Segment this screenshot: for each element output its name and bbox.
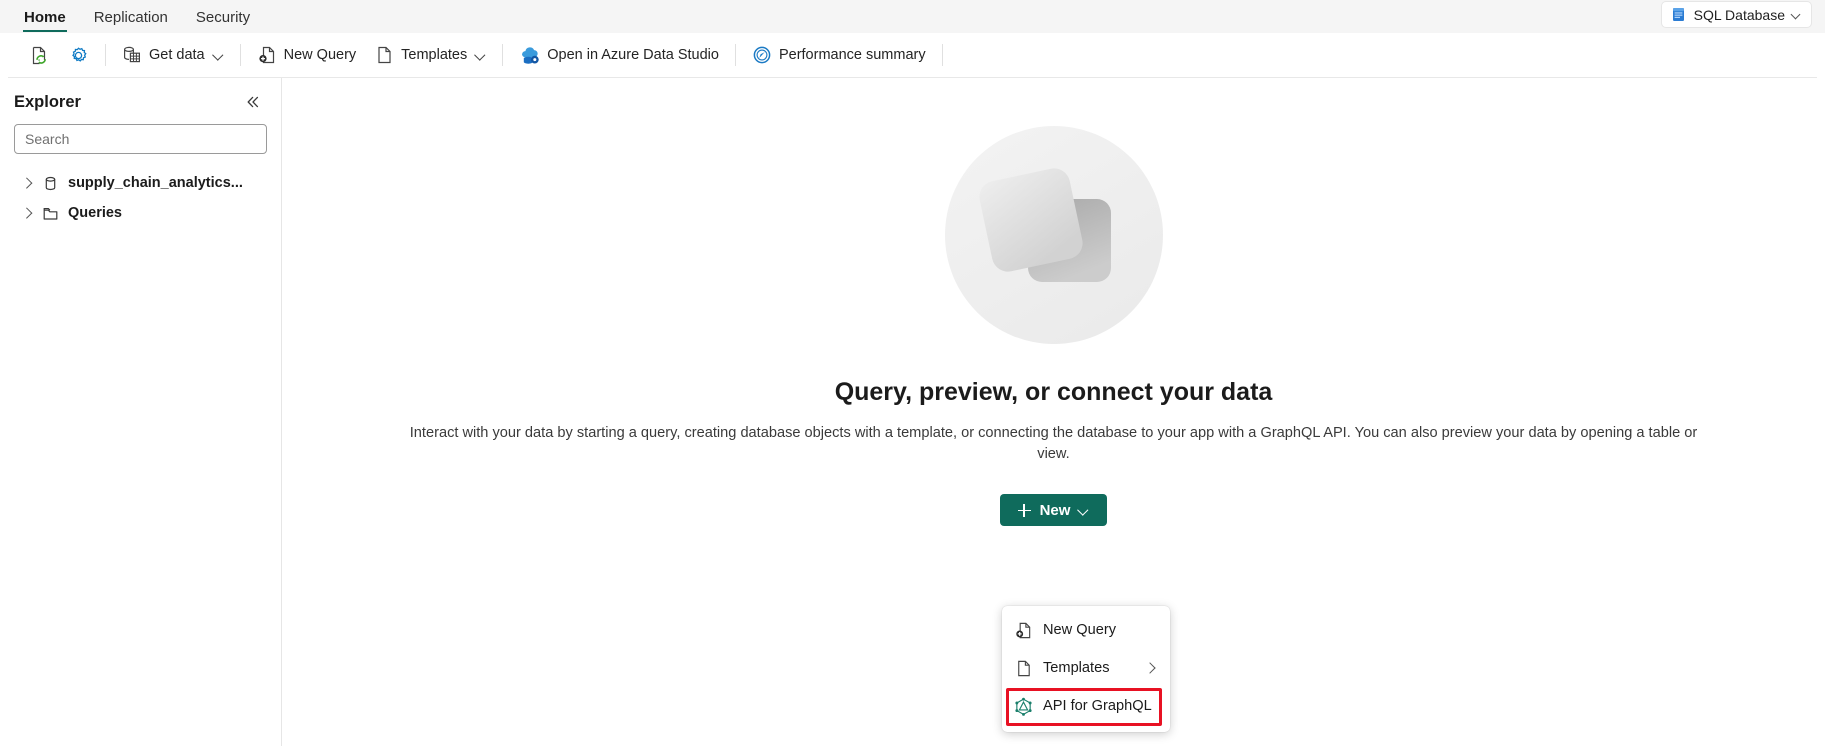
search-input[interactable] bbox=[15, 125, 266, 153]
chevron-down-icon bbox=[476, 50, 486, 60]
tree-item-label: supply_chain_analytics... bbox=[68, 175, 243, 191]
menu-item-label: Templates bbox=[1043, 660, 1110, 676]
new-query-icon bbox=[1014, 621, 1033, 640]
command-toolbar: Get data New Query Templates Open in Azu… bbox=[8, 33, 1817, 78]
document-icon bbox=[374, 45, 394, 65]
tab-replication[interactable]: Replication bbox=[80, 6, 182, 33]
tab-security[interactable]: Security bbox=[182, 6, 264, 33]
tab-home[interactable]: Home bbox=[10, 6, 80, 33]
search-box[interactable] bbox=[14, 124, 267, 154]
explorer-header: Explorer bbox=[0, 78, 281, 122]
database-icon bbox=[42, 175, 59, 192]
new-query-label: New Query bbox=[283, 47, 357, 63]
toolbar-separator bbox=[941, 44, 943, 66]
collapse-sidebar-button[interactable] bbox=[241, 92, 265, 112]
get-data-label: Get data bbox=[149, 47, 205, 63]
toolbar-separator bbox=[734, 44, 736, 66]
new-dropdown-menu: New Query Templates API for GraphQL bbox=[1002, 606, 1170, 732]
new-query-icon bbox=[257, 45, 277, 65]
graphql-icon bbox=[1014, 697, 1033, 716]
explorer-sidebar: Explorer suppl bbox=[0, 78, 281, 746]
database-type-badge[interactable]: SQL Database bbox=[1661, 2, 1811, 27]
tree-item-database[interactable]: supply_chain_analytics... bbox=[0, 168, 281, 198]
settings-button[interactable] bbox=[59, 39, 98, 71]
ribbon-tabstrip: Home Replication Security SQL Database bbox=[0, 0, 1825, 33]
toolbar-separator bbox=[105, 44, 106, 66]
refresh-button[interactable] bbox=[20, 39, 59, 71]
explorer-title: Explorer bbox=[14, 92, 81, 111]
plus-icon bbox=[1017, 503, 1031, 517]
chevron-down-icon bbox=[1792, 10, 1801, 19]
app-window: Home Replication Security SQL Database G… bbox=[0, 0, 1825, 746]
document-icon bbox=[1014, 659, 1033, 678]
refresh-icon bbox=[29, 45, 50, 66]
templates-label: Templates bbox=[401, 47, 468, 63]
chevron-right-icon[interactable] bbox=[22, 178, 33, 189]
new-button[interactable]: New bbox=[999, 494, 1108, 527]
performance-summary-label: Performance summary bbox=[778, 47, 926, 63]
new-button-label: New bbox=[1039, 501, 1071, 519]
overlapping-squares-illustration bbox=[944, 126, 1163, 344]
open-in-azure-data-studio-button[interactable]: Open in Azure Data Studio bbox=[510, 39, 728, 71]
database-icon bbox=[1670, 6, 1687, 23]
toolbar-separator bbox=[502, 44, 504, 66]
tree-item-queries[interactable]: Queries bbox=[0, 198, 281, 228]
open-in-azure-data-studio-label: Open in Azure Data Studio bbox=[547, 47, 719, 63]
double-chevron-left-icon bbox=[245, 94, 261, 110]
performance-summary-button[interactable]: Performance summary bbox=[743, 39, 935, 71]
get-data-button[interactable]: Get data bbox=[113, 39, 233, 71]
gauge-icon bbox=[752, 45, 772, 65]
page-title: Query, preview, or connect your data bbox=[834, 378, 1273, 406]
menu-item-label: API for GraphQL bbox=[1043, 698, 1152, 714]
database-type-label: SQL Database bbox=[1693, 6, 1785, 23]
folder-icon bbox=[42, 205, 59, 222]
menu-item-label: New Query bbox=[1043, 622, 1116, 638]
tree-item-label: Queries bbox=[68, 205, 122, 221]
explorer-tree: supply_chain_analytics... Queries bbox=[0, 168, 281, 228]
azure-data-studio-icon bbox=[519, 45, 540, 66]
page-description: Interact with your data by starting a qu… bbox=[409, 425, 1698, 462]
menu-item-new-query[interactable]: New Query bbox=[1002, 611, 1170, 649]
menu-item-api-for-graphql[interactable]: API for GraphQL bbox=[1002, 687, 1170, 725]
chevron-down-icon bbox=[1079, 505, 1089, 515]
chevron-right-icon[interactable] bbox=[22, 208, 33, 219]
templates-button[interactable]: Templates bbox=[365, 39, 495, 71]
database-table-icon bbox=[122, 45, 142, 65]
toolbar-separator bbox=[239, 44, 241, 66]
menu-item-templates[interactable]: Templates bbox=[1002, 649, 1170, 687]
chevron-right-icon bbox=[1146, 663, 1156, 673]
ribbon-tabs: Home Replication Security bbox=[0, 6, 264, 33]
chevron-down-icon bbox=[214, 50, 224, 60]
new-query-button[interactable]: New Query bbox=[248, 39, 366, 71]
gear-icon bbox=[68, 45, 89, 66]
